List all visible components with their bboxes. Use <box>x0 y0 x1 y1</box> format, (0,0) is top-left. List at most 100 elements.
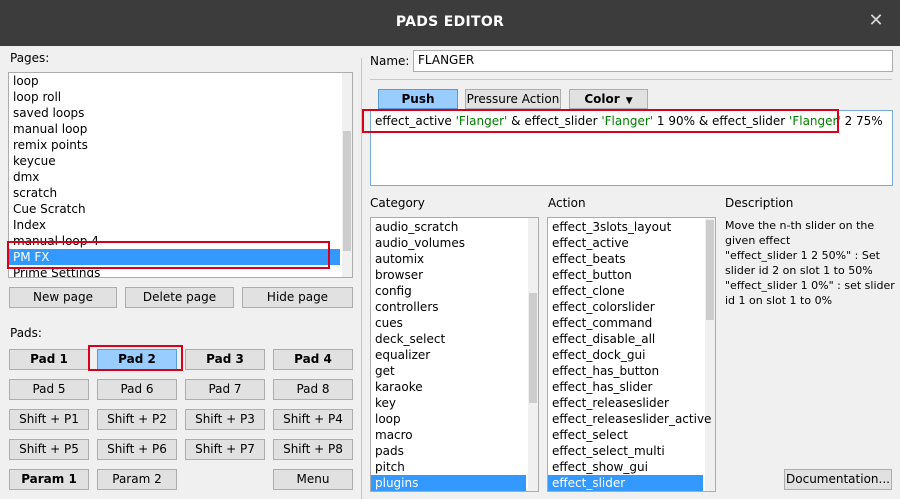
category-list-item[interactable]: controllers <box>375 299 439 315</box>
pad-button[interactable]: Pad 3 <box>185 349 265 370</box>
action-list-item[interactable]: effect_show_gui <box>552 459 648 475</box>
category-list-item[interactable]: automix <box>375 251 424 267</box>
action-list-item[interactable]: effect_select <box>552 427 628 443</box>
param2-button[interactable]: Param 2 <box>97 469 177 490</box>
pads-label: Pads: <box>10 326 42 340</box>
pad-button[interactable]: Shift + P5 <box>9 439 89 460</box>
name-label: Name: <box>370 54 410 68</box>
pad-button[interactable]: Pad 4 <box>273 349 353 370</box>
action-list-item[interactable]: effect_active <box>552 235 629 251</box>
pages-list-item[interactable]: scratch <box>13 185 57 201</box>
action-list-item[interactable]: effect_releaseslider_active <box>552 411 711 427</box>
pages-scrollbar-thumb[interactable] <box>343 131 351 251</box>
tab-push-action[interactable]: Push Action <box>378 89 458 124</box>
category-list-item[interactable]: get <box>375 363 395 379</box>
pages-list-item[interactable]: manual loop <box>13 121 87 137</box>
documentation-button[interactable]: Documentation... <box>784 469 892 490</box>
tab-pressure-action[interactable]: Pressure Action <box>465 89 561 109</box>
action-list-item[interactable]: effect_select_multi <box>552 443 665 459</box>
pages-list-item[interactable]: saved loops <box>13 105 84 121</box>
category-list-item[interactable]: deck_select <box>375 331 445 347</box>
pad-button[interactable]: Shift + P3 <box>185 409 265 430</box>
action-list-item[interactable]: effect_has_slider <box>552 379 652 395</box>
action-list-item[interactable]: effect_button <box>552 267 632 283</box>
category-list-item[interactable]: browser <box>375 267 423 283</box>
pages-list-item[interactable]: Cue Scratch <box>13 201 86 217</box>
description-line: Move the n-th slider on the <box>725 219 875 232</box>
pages-list-item[interactable]: loop <box>13 73 39 89</box>
action-scrollbar[interactable] <box>705 218 715 491</box>
category-list-item[interactable]: config <box>375 283 412 299</box>
pad-button[interactable]: Shift + P1 <box>9 409 89 430</box>
separator <box>370 79 892 80</box>
highlight-script <box>362 109 839 133</box>
pad-button[interactable]: Shift + P7 <box>185 439 265 460</box>
pad-button[interactable]: Shift + P6 <box>97 439 177 460</box>
pages-list-item[interactable]: loop roll <box>13 89 61 105</box>
new-page-button[interactable]: New page <box>9 287 117 308</box>
pages-list-item[interactable]: remix points <box>13 137 88 153</box>
pad-button[interactable]: Shift + P4 <box>273 409 353 430</box>
action-scrollbar-thumb[interactable] <box>706 220 714 320</box>
delete-page-button[interactable]: Delete page <box>125 287 234 308</box>
category-list[interactable]: audio_scratch audio_volumes automix browser… <box>370 217 539 492</box>
pad-button[interactable]: Pad 1 <box>9 349 89 370</box>
pages-label: Pages: <box>10 51 50 65</box>
category-list-item[interactable]: cues <box>375 315 403 331</box>
category-list-item[interactable]: plugins <box>371 475 526 491</box>
action-list-item[interactable]: effect_clone <box>552 283 625 299</box>
title-bar: PADS EDITOR ✕ <box>0 0 900 46</box>
pages-list-item[interactable]: keycue <box>13 153 56 169</box>
highlight-pm-fx <box>7 241 330 269</box>
action-list-item[interactable]: effect_slider <box>548 475 703 491</box>
description-line: id 1 on slot 1 to 0% <box>725 294 833 307</box>
chevron-down-icon: ▼ <box>625 96 633 106</box>
category-scrollbar[interactable] <box>528 218 538 491</box>
category-list-item[interactable]: equalizer <box>375 347 430 363</box>
action-list[interactable]: effect_3slots_layout effect_active effect_… <box>547 217 716 492</box>
category-label: Category <box>370 196 425 210</box>
pages-list-item[interactable]: dmx <box>13 169 39 185</box>
window-title: PADS EDITOR <box>395 14 505 30</box>
action-list-item[interactable]: effect_releaseslider <box>552 395 669 411</box>
category-list-item[interactable]: macro <box>375 427 413 443</box>
pad-button[interactable]: Pad 5 <box>9 379 89 400</box>
pad-button[interactable]: Pad 8 <box>273 379 353 400</box>
pages-list-item[interactable]: Index <box>13 217 46 233</box>
pad-button[interactable]: Pad 7 <box>185 379 265 400</box>
highlight-pad-2 <box>88 345 183 371</box>
color-label: Color <box>584 92 620 106</box>
category-list-item[interactable]: key <box>375 395 396 411</box>
close-icon[interactable]: ✕ <box>866 11 886 31</box>
description-label: Description <box>725 196 794 210</box>
description-text: Move the n-th slider on the given effect "… <box>725 218 895 308</box>
name-field[interactable]: FLANGER <box>413 50 893 72</box>
action-list-item[interactable]: effect_dock_gui <box>552 347 645 363</box>
category-list-item[interactable]: loop <box>375 411 401 427</box>
pad-button[interactable]: Shift + P2 <box>97 409 177 430</box>
pad-button[interactable]: Pad 6 <box>97 379 177 400</box>
description-line: "effect_slider 1 0%" : set slider <box>725 279 895 292</box>
action-list-item[interactable]: effect_beats <box>552 251 626 267</box>
action-list-item[interactable]: effect_disable_all <box>552 331 655 347</box>
category-list-item[interactable]: karaoke <box>375 379 423 395</box>
action-list-item[interactable]: effect_command <box>552 315 652 331</box>
description-line: given effect <box>725 234 791 247</box>
action-label: Action <box>548 196 586 210</box>
param1-button[interactable]: Param 1 <box>9 469 89 490</box>
category-list-item[interactable]: pitch <box>375 459 405 475</box>
pad-button[interactable]: Shift + P8 <box>273 439 353 460</box>
description-line: slider id 2 on slot 1 to 50% <box>725 264 873 277</box>
hide-page-button[interactable]: Hide page <box>242 287 353 308</box>
menu-button[interactable]: Menu <box>273 469 353 490</box>
action-list-item[interactable]: effect_3slots_layout <box>552 219 671 235</box>
category-scrollbar-thumb[interactable] <box>529 293 537 403</box>
category-list-item[interactable]: audio_volumes <box>375 235 465 251</box>
pages-scrollbar[interactable] <box>342 73 352 277</box>
color-dropdown[interactable]: Color ▼ <box>569 89 648 109</box>
action-list-item[interactable]: effect_has_button <box>552 363 659 379</box>
action-list-item[interactable]: effect_colorslider <box>552 299 655 315</box>
category-list-item[interactable]: pads <box>375 443 404 459</box>
description-line: "effect_slider 1 2 50%" : Set <box>725 249 880 262</box>
category-list-item[interactable]: audio_scratch <box>375 219 458 235</box>
